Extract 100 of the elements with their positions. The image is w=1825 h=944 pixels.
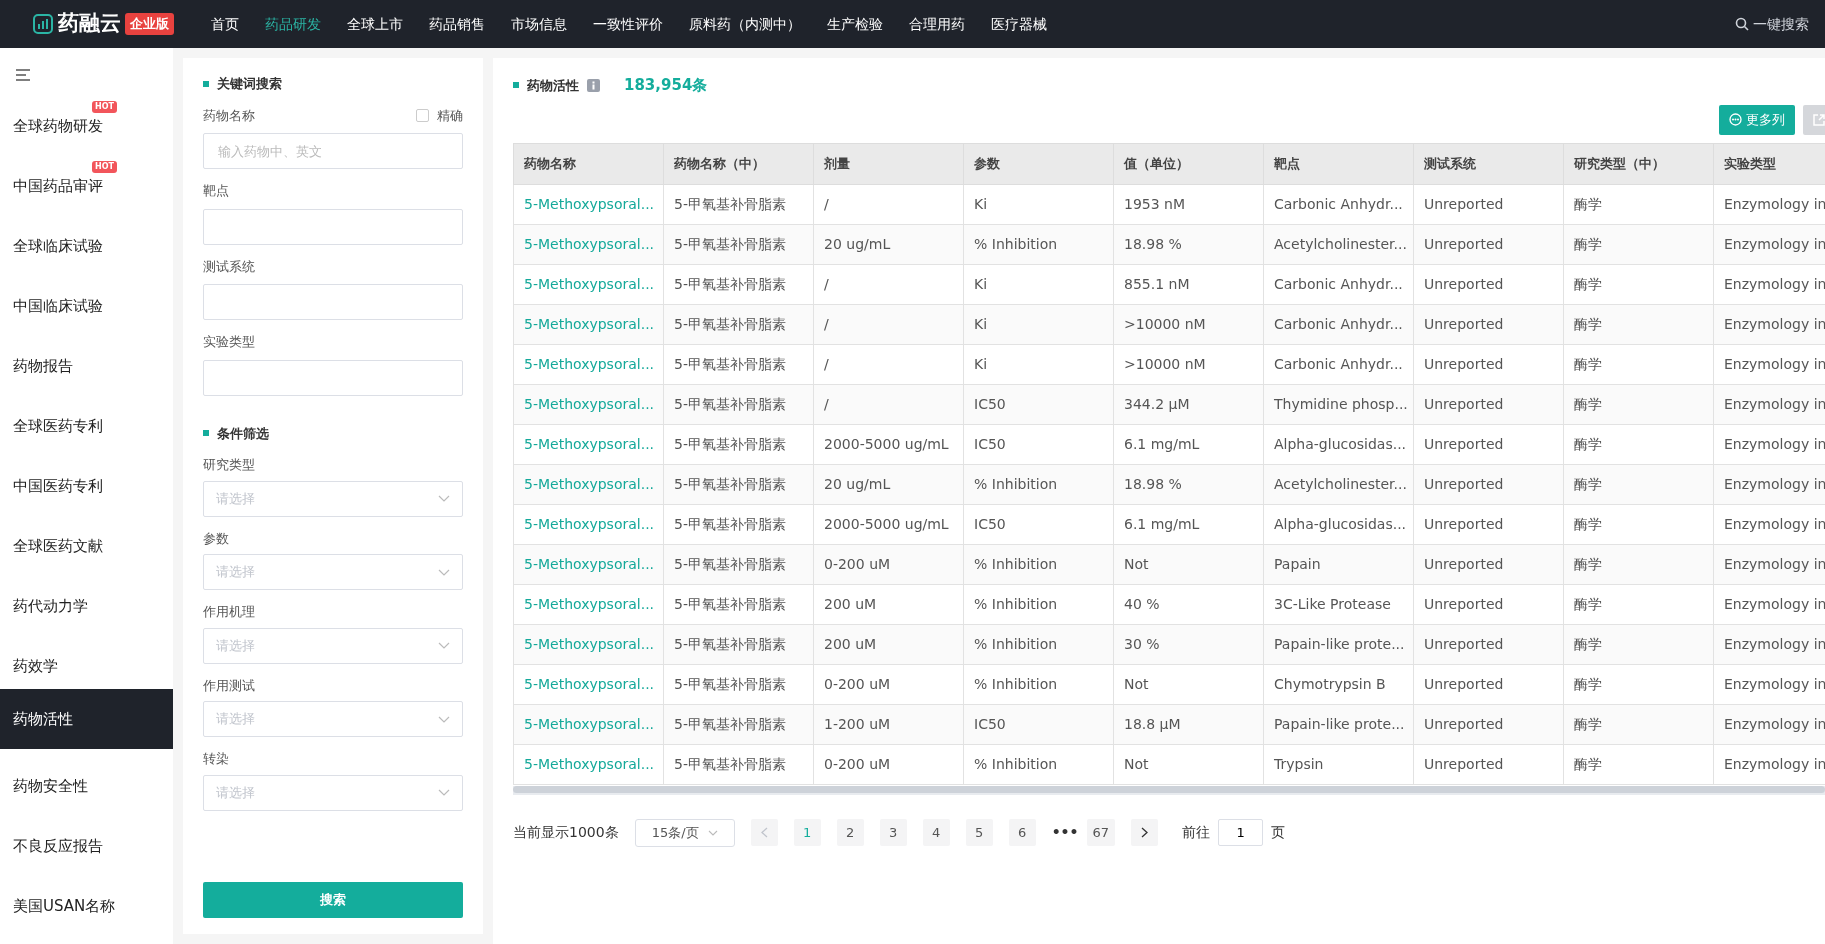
input-field[interactable] (203, 284, 463, 320)
nav-tab[interactable]: 医疗器械 (978, 13, 1060, 35)
field-label: 转染 (203, 750, 230, 768)
table-cell: 30 % (1113, 624, 1264, 664)
table-cell: 855.1 nM (1113, 264, 1264, 304)
input-field[interactable] (203, 208, 463, 245)
table-cell: 酶学 (1563, 664, 1714, 704)
table-cell: % Inhibition (963, 584, 1114, 624)
nav-tab[interactable]: 合理用药 (896, 13, 978, 35)
table-cell: 1-200 uM (813, 704, 964, 744)
table-cell: Ki (963, 344, 1114, 384)
table-cell: Chymotrypsin B (1263, 664, 1414, 704)
table-cell: 344.2 µM (1113, 384, 1264, 424)
nav-tab[interactable]: 生产检验 (814, 13, 896, 35)
page-button[interactable]: 67 (1086, 819, 1116, 846)
input-field[interactable]: 输入药物中、英文 (203, 133, 463, 169)
table-cell: 酶学 (1563, 464, 1714, 504)
chevron-down-icon (707, 829, 718, 836)
input-field[interactable] (203, 359, 463, 396)
chevron-left-icon (760, 827, 768, 838)
previous-page-button[interactable] (750, 819, 778, 846)
sidebar-item[interactable]: 药效学 (13, 657, 58, 675)
chevron-down-icon (438, 715, 450, 723)
table-cell: Carbonic Anhydr... (1263, 264, 1414, 304)
sidebar-item[interactable]: 中国医药专利 (13, 477, 103, 495)
sidebar-item[interactable]: 全球医药专利 (13, 417, 103, 435)
chevron-down-icon (438, 568, 450, 576)
nav-tab[interactable]: 首页 (198, 13, 252, 35)
sidebar-item[interactable]: 药代动力学 (13, 597, 88, 615)
result-count: 183,954条 (624, 75, 708, 96)
table-cell: Ki (963, 184, 1114, 224)
horizontal-scrollbar[interactable] (513, 785, 1825, 795)
table-cell: Enzymology in (1713, 544, 1825, 584)
table-cell: Enzymology in (1713, 464, 1825, 504)
nav-tab[interactable]: 原料药（内测中） (676, 13, 814, 35)
sidebar-item[interactable]: 中国临床试验 (13, 297, 103, 315)
table-cell: Unreported (1413, 744, 1564, 784)
table-cell: 5-甲氧基补骨脂素 (663, 744, 814, 784)
table-cell: Unreported (1413, 264, 1564, 304)
table-cell: Unreported (1413, 624, 1564, 664)
table-cell: Unreported (1413, 664, 1564, 704)
table-cell: Acetylcholinester... (1263, 464, 1414, 504)
export-icon (1813, 113, 1825, 126)
table-cell: 5-甲氧基补骨脂素 (663, 544, 814, 584)
table-cell: 酶学 (1563, 744, 1714, 784)
chevron-down-icon (438, 789, 450, 796)
sidebar-item[interactable]: 中国药品审评 (13, 177, 103, 195)
page-button[interactable]: 3 (879, 819, 907, 846)
table-cell: Ki (963, 264, 1114, 304)
nav-tab[interactable]: 药品销售 (416, 13, 498, 35)
table-cell: / (813, 384, 964, 424)
results-title: 药物活性 (527, 76, 579, 95)
nav-tab[interactable]: 药品研发 (252, 13, 334, 35)
table-cell: / (813, 264, 964, 304)
table-cell: 3C-Like Protease (1263, 584, 1414, 624)
chevron-right-icon (1141, 827, 1149, 838)
table-cell: Carbonic Anhydr... (1263, 184, 1414, 224)
sidebar-item[interactable]: 全球医药文献 (13, 537, 103, 555)
table-cell: Enzymology in (1713, 384, 1825, 424)
exact-checkbox[interactable] (416, 108, 429, 122)
search-icon (1735, 17, 1749, 31)
table-cell: 18.8 µM (1113, 704, 1264, 744)
sidebar-item[interactable]: 美国USAN名称 (13, 897, 116, 915)
nav-tab[interactable]: 市场信息 (498, 13, 580, 35)
page-button[interactable]: 2 (836, 819, 864, 846)
page-button[interactable]: 6 (1008, 819, 1036, 846)
table-cell: 酶学 (1563, 424, 1714, 464)
sidebar-item[interactable]: 药物活性 (13, 710, 73, 728)
page-input[interactable]: 1 (1218, 819, 1264, 846)
table-cell: IC50 (963, 504, 1114, 544)
page-button[interactable]: 5 (965, 819, 993, 846)
table-cell: 0-200 uM (813, 544, 964, 584)
table-cell: % Inhibition (963, 664, 1114, 704)
square-bullet-icon (513, 82, 519, 89)
table-cell: >10000 nM (1113, 344, 1264, 384)
sidebar-item[interactable]: 全球药物研发 (13, 117, 103, 135)
page-button[interactable]: 4 (922, 819, 950, 846)
next-page-button[interactable] (1131, 819, 1159, 846)
table-cell: Enzymology in (1713, 624, 1825, 664)
table-cell: 6.1 mg/mL (1113, 504, 1264, 544)
table-cell: Alpha-glucosidas... (1263, 424, 1414, 464)
table-cell: 5-甲氧基补骨脂素 (663, 304, 814, 344)
nav-tab[interactable]: 全球上市 (334, 13, 416, 35)
page-size-select[interactable]: 15条/页 (634, 818, 735, 847)
export-button[interactable] (1803, 104, 1825, 135)
table-cell: 5-甲氧基补骨脂素 (663, 224, 814, 264)
sidebar-item[interactable]: 药物报告 (13, 357, 73, 375)
search-link[interactable]: 一键搜索 (1753, 13, 1809, 35)
sidebar-item[interactable]: 全球临床试验 (13, 237, 103, 255)
table-cell: 酶学 (1563, 264, 1714, 304)
sidebar-item[interactable]: 药物安全性 (13, 777, 88, 795)
page-ellipsis[interactable]: ••• (1051, 822, 1079, 843)
nav-tab[interactable]: 一致性评价 (580, 13, 676, 35)
table-cell: 200 uM (813, 624, 964, 664)
field-label: 测试系统 (203, 257, 255, 276)
sidebar-item[interactable]: 不良反应报告 (13, 837, 103, 855)
table-cell: Enzymology in (1713, 304, 1825, 344)
table-cell: 20 ug/mL (813, 464, 964, 504)
page-unit: 页 (1271, 823, 1286, 842)
table-cell: 酶学 (1563, 624, 1714, 664)
